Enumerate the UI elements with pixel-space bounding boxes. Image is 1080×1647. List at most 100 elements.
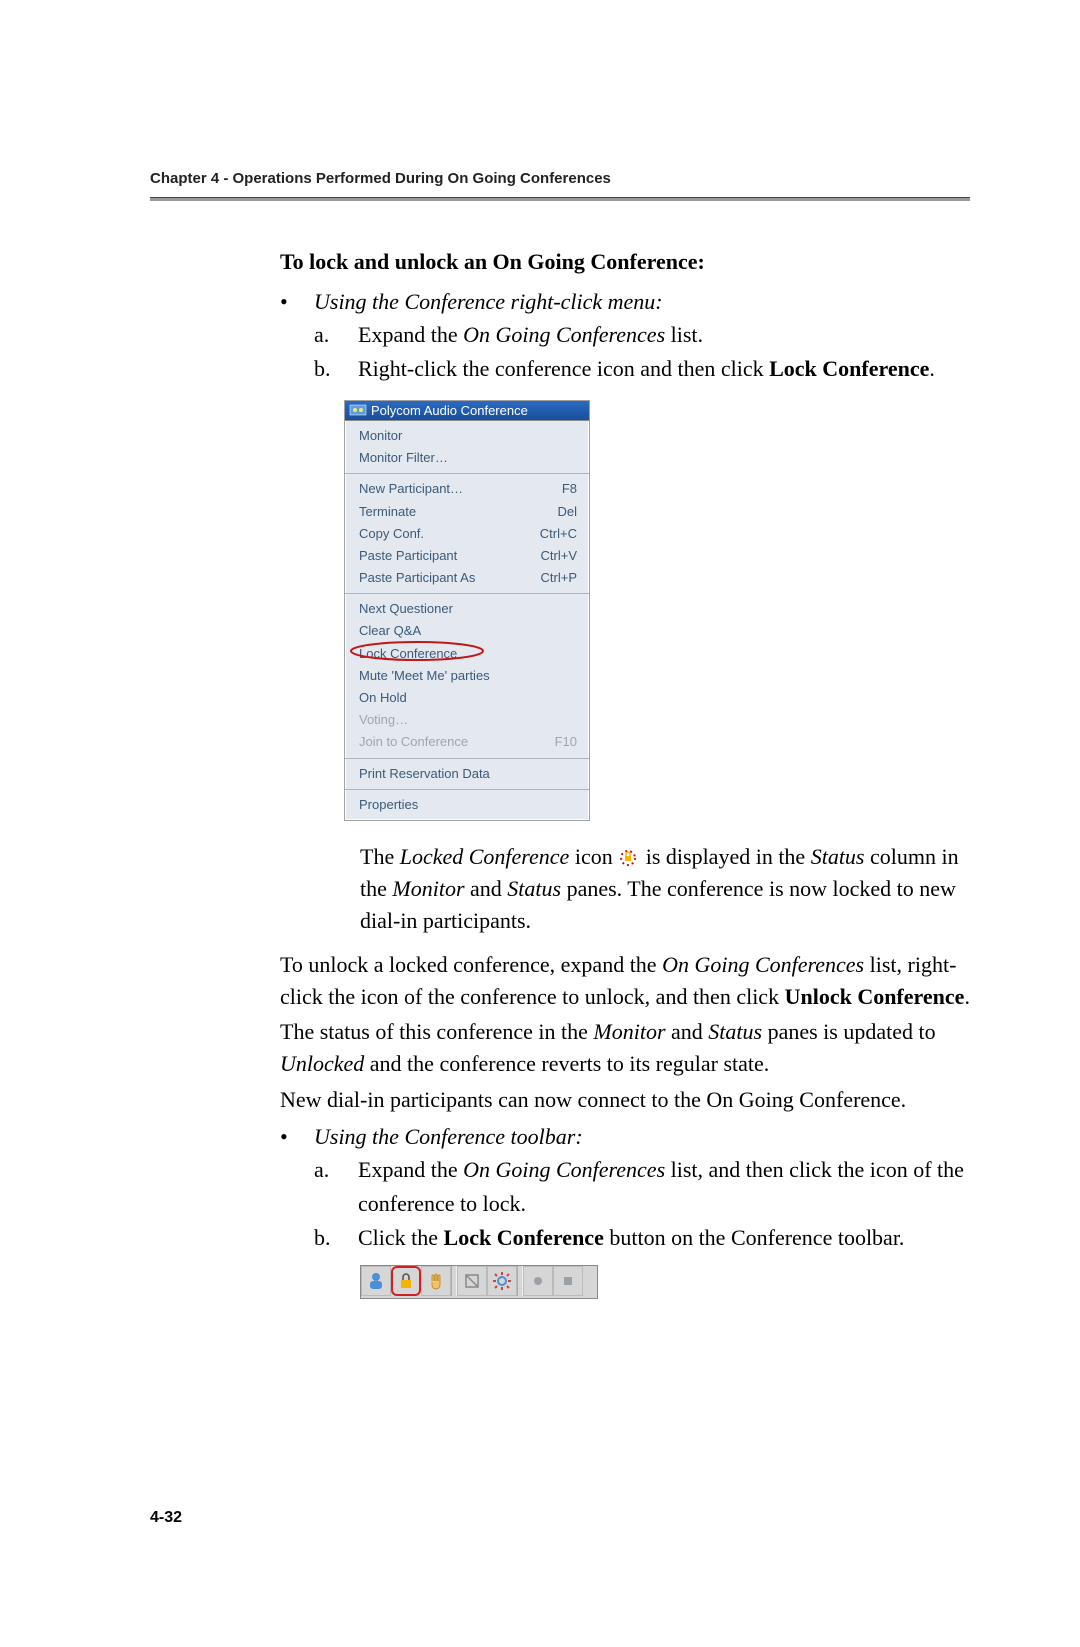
menu-item[interactable]: On Hold [345,687,589,709]
menu-titlebar: Polycom Audio Conference [345,401,589,421]
menu-item[interactable]: Monitor [345,425,589,447]
text: Click the [358,1225,444,1250]
step-label: b. [314,1221,358,1255]
record-button[interactable] [523,1266,553,1296]
step-body: Click the Lock Conference button on the … [358,1221,970,1255]
conference-icon [349,403,367,417]
mute-button[interactable] [421,1266,451,1296]
text: is displayed in the [640,844,810,869]
text: Expand the [358,322,463,347]
step-line: a. Expand the On Going Conferences list. [314,318,970,352]
step-label: a. [314,1153,358,1221]
menu-item-label: Voting… [359,711,408,729]
section-heading: To lock and unlock an On Going Conferenc… [280,249,970,275]
locked-conference-icon [618,848,640,868]
menu-shortcut: Ctrl+C [540,525,577,543]
locked-conference: Locked Conference [400,844,570,869]
text: The [360,844,400,869]
menu-item[interactable]: Paste ParticipantCtrl+V [345,545,589,567]
bullet-item: • Using the Conference right-click menu: [280,287,970,318]
menu-item-label: Join to Conference [359,733,468,751]
menu-shortcut: Del [557,503,577,521]
menu-section: Monitor Monitor Filter… [345,421,589,474]
text: To unlock a locked conference, expand th… [280,952,662,977]
menu-item-label: Clear Q&A [359,622,421,640]
step-label: b. [314,352,358,386]
terminate-icon [463,1272,481,1290]
on-going-conferences: On Going Conferences [463,1157,665,1182]
lock-icon [396,1271,416,1291]
chapter-header: Chapter 4 - Operations Performed During … [150,170,970,187]
step-line: a. Expand the On Going Conferences list,… [314,1153,970,1221]
menu-item[interactable]: New Participant… F8 [345,478,589,500]
gear-icon [492,1271,512,1291]
bullet-text: Using the Conference right-click menu: [314,287,970,318]
stop-button[interactable] [553,1266,583,1296]
menu-item-label: Properties [359,796,418,814]
hand-icon [426,1271,446,1291]
menu-item-label: Mute 'Meet Me' parties [359,667,490,685]
new-participant-button[interactable] [361,1266,391,1296]
conference-toolbar [360,1265,598,1299]
bullet-text: Using the Conference toolbar: [314,1122,970,1153]
menu-item-label: New Participant… [359,480,463,498]
menu-item-label: Monitor [359,427,402,445]
menu-item[interactable]: TerminateDel [345,501,589,523]
new-dialin-paragraph: New dial-in participants can now connect… [280,1084,970,1116]
text: panes is updated to [762,1019,936,1044]
lock-conference-button[interactable] [391,1266,421,1296]
menu-section: Next Questioner Clear Q&A Lock Conference M… [345,594,589,758]
settings-button[interactable] [487,1266,517,1296]
step-body: Expand the On Going Conferences list. [358,318,970,352]
step-body: Expand the On Going Conferences list, an… [358,1153,970,1221]
person-icon [366,1271,386,1291]
step-line: b. Right-click the conference icon and t… [314,352,970,386]
text: . [929,356,935,381]
menu-shortcut: F8 [562,480,577,498]
text: . [964,984,970,1009]
menu-item[interactable]: Paste Participant AsCtrl+P [345,567,589,589]
menu-item[interactable]: Properties [345,794,589,816]
lock-conference-label: Lock Conference [444,1225,604,1250]
unlock-paragraph: To unlock a locked conference, expand th… [280,949,970,1013]
menu-item-label: Paste Participant [359,547,457,565]
result-paragraph: The Locked Conference icon is displayed … [360,841,970,937]
text: icon [569,844,618,869]
menu-item-label: Print Reservation Data [359,765,490,783]
monitor-pane: Monitor [392,876,464,901]
menu-item[interactable]: Clear Q&A [345,620,589,642]
menu-section: Print Reservation Data [345,759,589,790]
step-body: Right-click the conference icon and then… [358,352,970,386]
bullet-dot: • [280,287,314,318]
menu-item-label: Lock Conference [359,645,457,663]
menu-item: Voting… [345,709,589,731]
menu-shortcut: F10 [555,733,577,751]
bullet-item: • Using the Conference toolbar: [280,1122,970,1153]
menu-item[interactable]: Print Reservation Data [345,763,589,785]
record-icon [530,1273,546,1289]
status-paragraph: The status of this conference in the Mon… [280,1016,970,1080]
menu-item[interactable]: Mute 'Meet Me' parties [345,665,589,687]
status-col: Status [811,844,865,869]
stop-icon [560,1273,576,1289]
text: and [465,876,508,901]
menu-item[interactable]: Copy Conf.Ctrl+C [345,523,589,545]
terminate-button[interactable] [457,1266,487,1296]
page-number: 4-32 [150,1509,970,1527]
monitor-pane: Monitor [593,1019,665,1044]
menu-section: Properties [345,790,589,820]
menu-item[interactable]: Lock Conference [345,643,589,665]
text: Expand the [358,1157,463,1182]
step-label: a. [314,318,358,352]
menu-item-label: Monitor Filter… [359,449,448,467]
text: button on the Conference toolbar. [604,1225,905,1250]
on-going-conferences: On Going Conferences [463,322,665,347]
lock-conference-label: Lock Conference [769,356,929,381]
menu-item[interactable]: Monitor Filter… [345,447,589,469]
menu-item-label: Paste Participant As [359,569,475,587]
menu-title-text: Polycom Audio Conference [371,403,528,418]
menu-item[interactable]: Next Questioner [345,598,589,620]
status-pane: Status [708,1019,762,1044]
menu-section: New Participant… F8 TerminateDelCopy Conf.… [345,474,589,594]
text: Right-click the conference icon and then… [358,356,769,381]
